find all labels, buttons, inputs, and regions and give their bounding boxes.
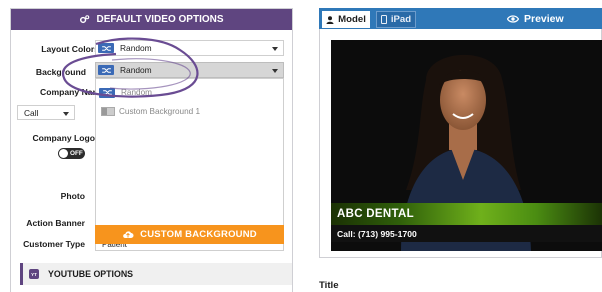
shuffle-icon (99, 87, 115, 98)
preview-tab-bar: Model iPad Preview (319, 8, 602, 29)
shuffle-icon (98, 43, 114, 53)
chevron-down-icon (272, 47, 278, 51)
option-label: Random (121, 88, 152, 97)
shuffle-icon (98, 65, 114, 75)
option-label: Custom Background 1 (119, 107, 201, 116)
chevron-down-icon (272, 69, 278, 73)
photo-label: Photo (60, 191, 85, 201)
tablet-icon (380, 15, 387, 24)
background-dropdown-list: Random Custom Background 1 (95, 78, 284, 232)
title-label: Title (319, 280, 339, 291)
phone-overlay: Call: (713) 995-1700 (337, 229, 417, 239)
customer-type-label: Customer Type (23, 239, 85, 249)
person-icon (326, 15, 334, 24)
layout-colors-select[interactable]: Random (95, 40, 284, 56)
panel-header: DEFAULT VIDEO OPTIONS (11, 9, 292, 30)
tab-ipad[interactable]: iPad (376, 11, 416, 28)
preview-panel: Model iPad Preview ABC DENTAL Call: (713… (319, 8, 602, 292)
toggle-state: OFF (70, 150, 83, 157)
image-thumbnail-icon (101, 107, 115, 116)
panel-title: DEFAULT VIDEO OPTIONS (96, 14, 224, 25)
preview-frame: ABC DENTAL Call: (713) 995-1700 (319, 29, 602, 258)
video-preview[interactable]: ABC DENTAL Call: (713) 995-1700 (331, 40, 602, 251)
company-name-label: Company Name (40, 87, 105, 97)
layout-colors-label: Layout Colors (41, 44, 99, 54)
custom-background-button[interactable]: CUSTOM BACKGROUND (95, 225, 284, 244)
background-value: Random (120, 65, 152, 75)
background-option-custom-1[interactable]: Custom Background 1 (96, 103, 283, 120)
default-video-options-panel: DEFAULT VIDEO OPTIONS Layout Colors Rand… (10, 8, 293, 292)
youtube-section-title: YOUTUBE OPTIONS (48, 269, 134, 279)
tab-label: Model (338, 14, 366, 25)
youtube-options-section[interactable]: YT YOUTUBE OPTIONS (20, 263, 292, 285)
tab-model[interactable]: Model (322, 11, 370, 28)
youtube-icon: YT (29, 269, 39, 279)
eye-icon (507, 14, 519, 23)
preview-label: Preview (524, 12, 564, 25)
call-select[interactable]: Call (17, 105, 75, 120)
background-label: Background (35, 67, 86, 77)
business-name-overlay: ABC DENTAL (337, 208, 414, 220)
layout-colors-value: Random (120, 43, 152, 53)
call-value: Call (24, 107, 39, 118)
action-banner-label: Action Banner (26, 218, 85, 228)
preview-button[interactable]: Preview (507, 11, 564, 26)
background-select[interactable]: Random (95, 62, 284, 78)
custom-background-label: CUSTOM BACKGROUND (140, 229, 257, 240)
chevron-down-icon (63, 112, 69, 116)
company-logo-toggle[interactable]: OFF (58, 148, 85, 159)
toggle-knob (59, 149, 68, 158)
background-option-random[interactable]: Random (96, 84, 283, 101)
cloud-upload-icon (123, 231, 134, 238)
gears-icon (80, 15, 90, 24)
tab-label: iPad (390, 14, 412, 25)
company-logo-label: Company Logo (32, 133, 95, 143)
